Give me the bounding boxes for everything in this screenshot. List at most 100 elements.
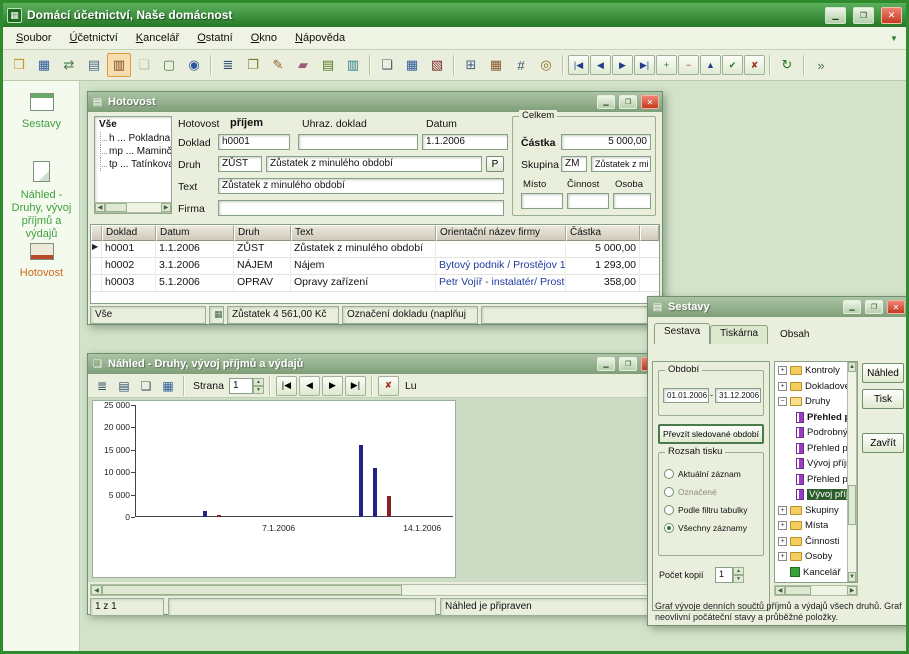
- cinnost-field[interactable]: [567, 193, 609, 209]
- obsah-tree-item[interactable]: +Místa: [776, 518, 847, 534]
- record-cancel-icon[interactable]: ✘: [744, 55, 765, 75]
- cash-tree-item[interactable]: tp ... Tatínkova: [95, 158, 171, 171]
- obsah-tree-item[interactable]: Přehled p: [776, 410, 847, 426]
- menu-item[interactable]: Účetnictví: [60, 28, 126, 48]
- column-header[interactable]: Orientační název firmy: [436, 225, 566, 241]
- minimize-button[interactable]: ▁: [843, 300, 861, 314]
- sestavy-titlebar[interactable]: ▤ Sestavy ▁ ❐ ✕: [648, 297, 908, 317]
- tree-expand-minus-icon[interactable]: −: [778, 397, 787, 406]
- cash-tree-item[interactable]: mp ... Maminčina: [95, 145, 171, 158]
- text-field[interactable]: Zůstatek z minulého období: [218, 178, 504, 194]
- journal-icon[interactable]: ▤: [316, 53, 340, 77]
- page-spinner[interactable]: 1 ▲▼: [229, 378, 264, 394]
- nav-prev-icon[interactable]: ◀: [299, 376, 320, 396]
- scroll-left-icon[interactable]: ◀: [91, 585, 102, 595]
- date-to-field[interactable]: 31.12.2006: [715, 388, 761, 403]
- hotovost-titlebar[interactable]: ▤ Hotovost ▁ ❐ ✕: [88, 92, 662, 112]
- scroll-right-icon[interactable]: ▶: [161, 203, 171, 212]
- nav-last-icon[interactable]: ▶|: [634, 55, 655, 75]
- cash-journal-icon[interactable]: ▥: [107, 53, 131, 77]
- menu-overflow-icon[interactable]: ▼: [886, 30, 902, 46]
- open-folder-icon[interactable]: ❒: [7, 53, 31, 77]
- record-edit-icon[interactable]: ▲: [700, 55, 721, 75]
- scroll-up-icon[interactable]: ▲: [848, 362, 856, 372]
- sidebar-item-nahled[interactable]: Náhled - Druhy, vývoj příjmů a výdajů: [3, 161, 80, 241]
- radio-option[interactable]: Všechny záznamy: [659, 519, 763, 537]
- pencil-icon[interactable]: ✎: [266, 53, 290, 77]
- scroll-left-icon[interactable]: ◀: [95, 203, 105, 212]
- nahled-button[interactable]: Náhled: [862, 363, 904, 383]
- tree-expand-plus-icon[interactable]: +: [778, 521, 787, 530]
- tree-expand-plus-icon[interactable]: +: [778, 506, 787, 515]
- obsah-tree[interactable]: +Kontroly+Dokladové řa−DruhyPřehled pPod…: [774, 361, 858, 583]
- calculator-icon[interactable]: #: [509, 53, 533, 77]
- column-header[interactable]: Druh: [234, 225, 291, 241]
- minimize-button[interactable]: ▁: [597, 95, 615, 109]
- menu-item[interactable]: Soubor: [7, 28, 60, 48]
- druh-code-field[interactable]: ZŮST: [218, 156, 262, 172]
- save-icon[interactable]: ▦: [32, 53, 56, 77]
- select-region-icon[interactable]: ▢: [157, 53, 181, 77]
- record-post-icon[interactable]: ✔: [722, 55, 743, 75]
- record-insert-icon[interactable]: +: [656, 55, 677, 75]
- spin-up-icon[interactable]: ▲: [253, 378, 264, 386]
- obsah-tree-item[interactable]: +Osoby: [776, 549, 847, 565]
- scroll-thumb[interactable]: [848, 485, 856, 525]
- scroll-thumb[interactable]: [785, 586, 811, 595]
- obsah-tree-item[interactable]: Přehled př: [776, 472, 847, 488]
- tab-tiskarna[interactable]: Tiskárna: [710, 325, 768, 344]
- skupina-text-field[interactable]: Zůstatek z mi: [591, 156, 651, 172]
- skupina-code-field[interactable]: ZM: [561, 156, 587, 172]
- print-settings-icon[interactable]: ▤: [114, 376, 134, 396]
- table-row[interactable]: h00035.1.2006OPRAVOpravy zařízeníPetr Vo…: [91, 275, 659, 292]
- tree-root-vse[interactable]: Vše: [95, 117, 171, 132]
- tab-sestava[interactable]: Sestava: [654, 323, 710, 344]
- obsah-tree-item[interactable]: −Druhy: [776, 394, 847, 410]
- coins-icon[interactable]: ◎: [534, 53, 558, 77]
- scroll-down-icon[interactable]: ▼: [848, 572, 856, 582]
- book-icon[interactable]: ▧: [425, 53, 449, 77]
- table-row[interactable]: h00023.1.2006NÁJEMNájemBytový podnik / P…: [91, 258, 659, 275]
- radio-option[interactable]: Aktuální záznam: [659, 465, 763, 483]
- export-grid-icon[interactable]: ▤: [82, 53, 106, 77]
- maximize-button[interactable]: ❐: [853, 7, 874, 24]
- scroll-thumb[interactable]: [105, 203, 127, 212]
- menu-item[interactable]: Kancelář: [127, 28, 188, 48]
- spin-down-icon[interactable]: ▼: [733, 575, 744, 583]
- obsah-tree-item[interactable]: +Činnosti: [776, 534, 847, 550]
- exchange-icon[interactable]: ⇄: [57, 53, 81, 77]
- druh-text-field[interactable]: Zůstatek z minulého období: [266, 156, 482, 172]
- maximize-button[interactable]: ❐: [619, 357, 637, 371]
- refresh-icon[interactable]: ↻: [775, 53, 799, 77]
- copies-value[interactable]: 1: [715, 567, 733, 583]
- print-icon[interactable]: ≣: [216, 53, 240, 77]
- radio-option[interactable]: Podle filtru tabulky: [659, 501, 763, 519]
- maximize-button[interactable]: ❐: [619, 95, 637, 109]
- toolbar-overflow-icon[interactable]: »: [809, 53, 833, 77]
- sidebar-item-sestavy[interactable]: Sestavy: [3, 93, 80, 131]
- menu-item[interactable]: Nápověda: [286, 28, 354, 48]
- nahled-titlebar[interactable]: ❏ Náhled - Druhy, vývoj příjmů a výdajů …: [88, 354, 662, 374]
- tree-hscrollbar[interactable]: ◀ ▶: [95, 202, 171, 213]
- osoba-field[interactable]: [613, 193, 651, 209]
- tree-hscrollbar[interactable]: ◀ ▶: [774, 585, 858, 596]
- column-header[interactable]: Doklad: [102, 225, 156, 241]
- print-icon[interactable]: ≣: [92, 376, 112, 396]
- close-button[interactable]: ✕: [881, 7, 902, 24]
- menu-item[interactable]: Okno: [242, 28, 286, 48]
- castka-field[interactable]: 5 000,00: [561, 134, 651, 150]
- minimize-button[interactable]: ▁: [825, 7, 846, 24]
- obsah-tree-item[interactable]: Přehled př: [776, 441, 847, 457]
- menu-item[interactable]: Ostatní: [188, 28, 241, 48]
- minimize-button[interactable]: ▁: [597, 357, 615, 371]
- disk-icon[interactable]: ▦: [400, 53, 424, 77]
- close-preview-icon[interactable]: ✘: [378, 376, 399, 396]
- table-row[interactable]: ▶h00011.1.2006ZŮSTZůstatek z minulého ob…: [91, 241, 659, 258]
- tree-vscrollbar[interactable]: ▲ ▼: [847, 362, 857, 582]
- spin-up-icon[interactable]: ▲: [733, 567, 744, 575]
- tree-expand-plus-icon[interactable]: +: [778, 537, 787, 546]
- scroll-left-icon[interactable]: ◀: [775, 586, 785, 595]
- zavrit-button[interactable]: Zavřít: [862, 433, 904, 453]
- preview-icon[interactable]: ◉: [182, 53, 206, 77]
- page-icon[interactable]: ❏: [375, 53, 399, 77]
